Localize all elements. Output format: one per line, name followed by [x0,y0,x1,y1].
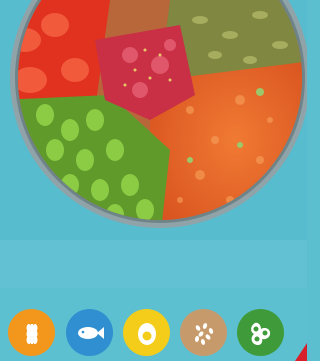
poke-bowl-photo [10,0,307,228]
corner-marker [295,343,307,361]
grain-icon [8,309,55,356]
soy-icon [237,309,284,356]
fish-icon [66,309,113,356]
egg-icon [123,309,170,356]
allergen-icon-bar [0,309,307,361]
divider-band [0,240,307,288]
sesame-icon [180,309,227,356]
